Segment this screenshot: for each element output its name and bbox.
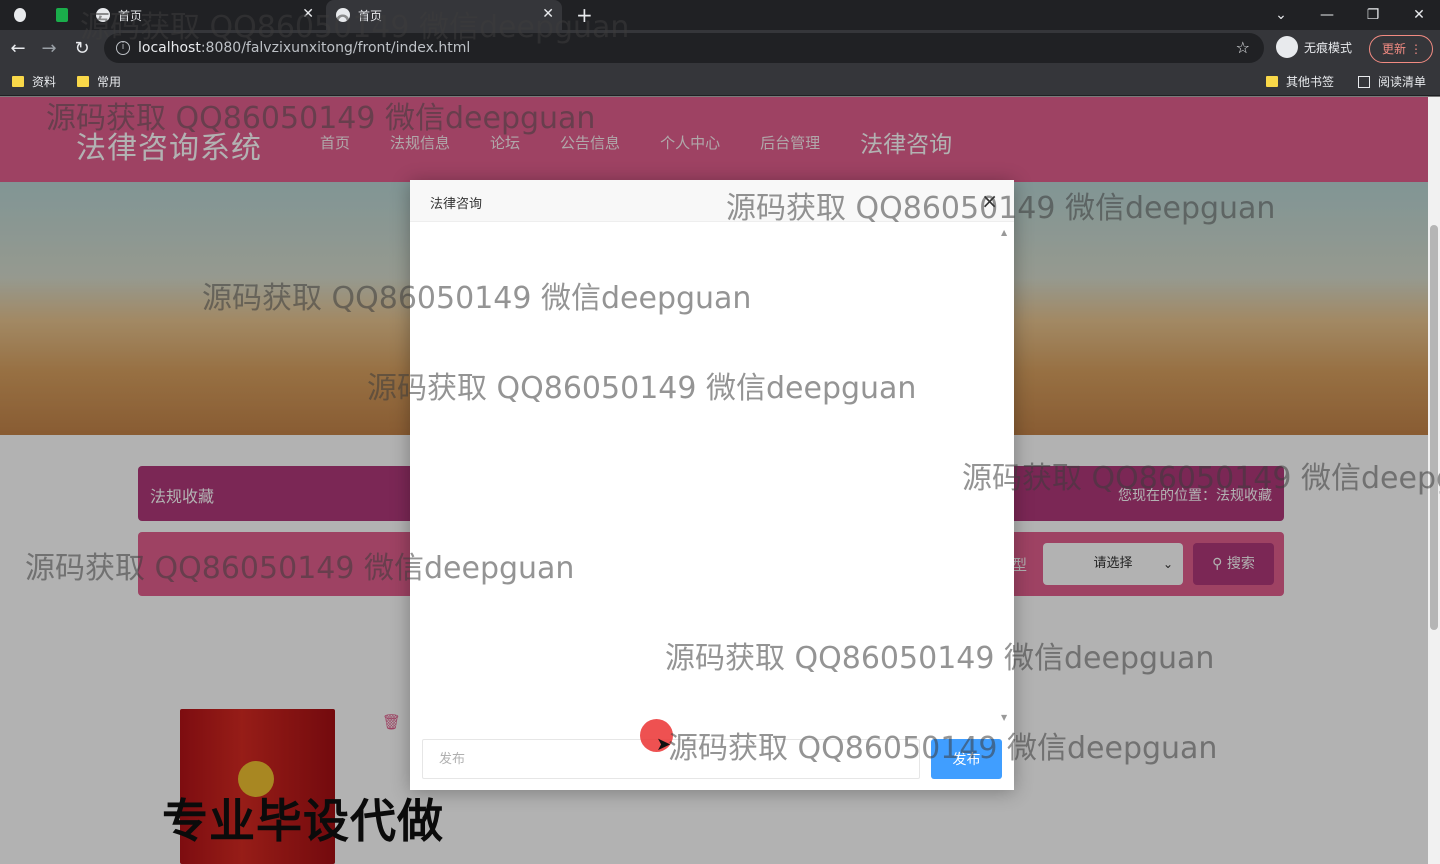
- new-tab-button[interactable]: +: [576, 0, 596, 30]
- close-window-button[interactable]: ✕: [1396, 0, 1440, 30]
- bookmark-folder-changyong[interactable]: 常用: [77, 73, 121, 90]
- bookmark-label: 常用: [97, 75, 122, 89]
- restore-button[interactable]: ❐: [1350, 0, 1396, 30]
- folder-icon: [12, 76, 24, 87]
- minimize-button[interactable]: —: [1304, 0, 1350, 30]
- update-label: 更新: [1382, 42, 1407, 56]
- reload-button[interactable]: ↻: [71, 38, 93, 60]
- folder-icon: [1266, 76, 1278, 87]
- bookmark-label: 资料: [32, 75, 57, 89]
- chat-scrollbar[interactable]: ▲ ▼: [1000, 228, 1010, 722]
- globe-icon: [96, 8, 110, 22]
- other-bookmarks-label: 其他书签: [1286, 75, 1335, 89]
- site-info-icon[interactable]: i: [116, 41, 130, 55]
- back-button[interactable]: ←: [7, 38, 29, 60]
- tab-search-icon[interactable]: ⌄: [1258, 0, 1304, 30]
- reading-list[interactable]: 阅读清单: [1358, 73, 1426, 90]
- tab-home-2[interactable]: 首页 ✕: [326, 0, 562, 30]
- bookmark-star-icon[interactable]: ☆: [1236, 33, 1250, 63]
- close-icon[interactable]: ×: [981, 189, 998, 213]
- url-path: :8080/falvzixunxitong/front/index.html: [200, 40, 471, 56]
- mouse-cursor-icon: ➤: [656, 734, 672, 755]
- incognito-icon: [1276, 36, 1298, 58]
- folder-icon: [77, 76, 89, 87]
- bookmark-folder-ziliao[interactable]: 资料: [12, 73, 56, 90]
- tab-label: 首页: [118, 8, 143, 23]
- update-button[interactable]: 更新 ⋮: [1369, 35, 1433, 63]
- incognito-label: 无痕模式: [1304, 40, 1353, 55]
- tab-close-icon[interactable]: ✕: [542, 6, 554, 22]
- globe-icon: [336, 8, 350, 22]
- scrollbar-thumb[interactable]: [1430, 225, 1438, 630]
- scroll-up-icon[interactable]: ▲: [1001, 228, 1007, 237]
- reading-list-label: 阅读清单: [1378, 75, 1427, 89]
- reading-list-icon: [1358, 75, 1370, 88]
- forward-button[interactable]: →: [38, 38, 60, 60]
- publish-button[interactable]: 发布: [931, 739, 1002, 779]
- browser-logo-icon: [14, 0, 34, 30]
- browser-tab-bar: 首页 ✕ 首页 ✕ + ⌄ — ❐ ✕: [0, 0, 1440, 30]
- page-scrollbar[interactable]: [1428, 97, 1440, 864]
- incognito-indicator[interactable]: 无痕模式: [1276, 36, 1352, 58]
- consultation-modal: 法律咨询 × ▲ ▼ 发布: [410, 180, 1014, 790]
- browser-toolbar: ← → ↻ i localhost:8080/falvzixunxitong/f…: [0, 30, 1440, 68]
- app-tab-icon[interactable]: [56, 0, 76, 30]
- bookmarks-bar: 资料 常用 其他书签 阅读清单: [0, 68, 1440, 96]
- modal-title: 法律咨询: [430, 197, 483, 212]
- other-bookmarks[interactable]: 其他书签: [1266, 73, 1334, 90]
- tab-close-icon[interactable]: ✕: [302, 6, 314, 22]
- modal-header: 法律咨询 ×: [410, 180, 1014, 222]
- chat-message-area[interactable]: [410, 222, 1000, 724]
- url-host: localhost: [138, 40, 201, 56]
- scroll-down-icon[interactable]: ▼: [1001, 713, 1007, 722]
- menu-dots-icon[interactable]: ⋮: [1410, 36, 1422, 62]
- tab-label: 首页: [358, 8, 383, 23]
- tab-home-1[interactable]: 首页 ✕: [86, 0, 322, 30]
- address-bar[interactable]: i localhost:8080/falvzixunxitong/front/i…: [104, 33, 1264, 63]
